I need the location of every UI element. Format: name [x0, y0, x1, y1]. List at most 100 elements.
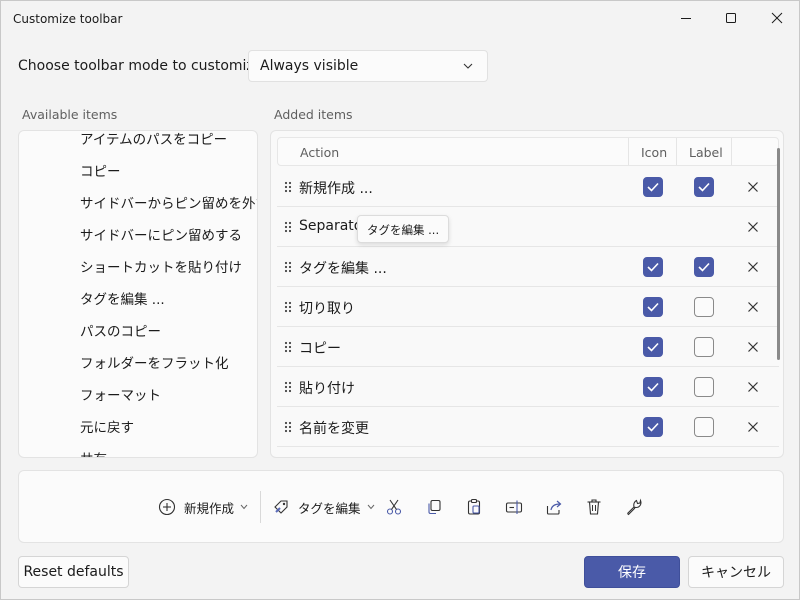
remove-item-icon[interactable] — [747, 381, 759, 393]
save-button[interactable]: 保存 — [584, 556, 680, 588]
checkmark-icon — [698, 182, 710, 192]
customize-toolbar-dialog: Customize toolbar Choose toolbar mode to… — [0, 0, 800, 600]
checkmark-icon — [647, 302, 659, 312]
checkmark-icon — [698, 262, 710, 272]
added-items-label: Added items — [274, 107, 353, 122]
preview-edit-tags-button[interactable]: タグを編集 — [272, 495, 375, 519]
column-header-label: Label — [689, 145, 723, 160]
show-icon-checkbox[interactable] — [643, 297, 663, 317]
table-row[interactable]: 貼り付け — [277, 367, 779, 407]
drag-handle-icon[interactable] — [284, 421, 292, 433]
show-label-checkbox[interactable] — [694, 337, 714, 357]
available-items-list[interactable]: アイテムのパスをコピー コピー サイドバーからピン留めを外す サイドバーにピン留… — [18, 130, 258, 458]
toolbar-preview: 新規作成 タグを編集 — [18, 470, 784, 543]
checkmark-icon — [647, 182, 659, 192]
show-label-checkbox[interactable] — [694, 257, 714, 277]
preview-share-button[interactable] — [545, 495, 563, 519]
show-label-checkbox[interactable] — [694, 297, 714, 317]
row-action-name: 新規作成 ... — [299, 181, 373, 197]
available-item[interactable]: ショートカットを貼り付け — [80, 256, 242, 276]
maximize-icon — [726, 13, 736, 23]
close-icon — [771, 12, 783, 24]
preview-cut-button[interactable] — [385, 495, 403, 519]
chevron-down-icon — [367, 504, 374, 510]
available-item[interactable]: フォーマット — [80, 384, 161, 404]
remove-item-icon[interactable] — [747, 341, 759, 353]
preview-rename-button[interactable] — [505, 495, 523, 519]
show-icon-checkbox[interactable] — [643, 417, 663, 437]
available-item[interactable]: アイテムのパスをコピー — [80, 131, 227, 148]
drag-preview-tooltip: タグを編集 ... — [357, 215, 450, 243]
row-action-name: タグを編集 ... — [299, 261, 387, 277]
remove-item-icon[interactable] — [747, 421, 759, 433]
reset-defaults-button[interactable]: Reset defaults — [18, 556, 129, 588]
row-action-name: コピー — [299, 341, 341, 357]
available-item[interactable]: 共有 — [80, 448, 107, 457]
row-action-name: 切り取り — [299, 301, 355, 317]
available-item[interactable]: パスのコピー — [80, 320, 161, 340]
show-icon-checkbox[interactable] — [643, 337, 663, 357]
minimize-button[interactable] — [663, 1, 709, 35]
checkmark-icon — [647, 422, 659, 432]
table-row[interactable]: Separator — [277, 207, 779, 247]
remove-item-icon[interactable] — [747, 301, 759, 313]
available-item[interactable]: タグを編集 ... — [80, 288, 165, 308]
drag-handle-icon[interactable] — [284, 261, 292, 273]
wrench-icon — [627, 498, 642, 516]
show-icon-checkbox[interactable] — [643, 257, 663, 277]
checkmark-icon — [647, 342, 659, 352]
toolbar-mode-dropdown[interactable]: Always visible — [248, 50, 488, 82]
drag-handle-icon[interactable] — [284, 381, 292, 393]
show-label-checkbox[interactable] — [694, 377, 714, 397]
column-divider — [731, 138, 732, 165]
share-icon — [546, 500, 562, 515]
available-items-label: Available items — [22, 107, 118, 122]
table-scrollbar[interactable] — [777, 148, 780, 360]
show-icon-checkbox[interactable] — [643, 177, 663, 197]
checkmark-icon — [647, 382, 659, 392]
table-row[interactable]: 新規作成 ... — [277, 167, 779, 207]
drag-handle-icon[interactable] — [284, 181, 292, 193]
chevron-down-icon — [463, 63, 473, 69]
preview-new-button[interactable]: 新規作成 — [158, 495, 248, 519]
preview-delete-button[interactable] — [585, 495, 603, 519]
remove-item-icon[interactable] — [747, 221, 759, 233]
add-circle-icon — [158, 498, 176, 516]
rename-icon — [505, 500, 523, 514]
toolbar-mode-label: Choose toolbar mode to customize — [18, 58, 263, 74]
available-item[interactable]: コピー — [80, 160, 121, 180]
drag-handle-icon[interactable] — [284, 301, 292, 313]
preview-edit-tags-label: タグを編集 — [298, 500, 361, 516]
remove-item-icon[interactable] — [747, 261, 759, 273]
table-row[interactable]: コピー — [277, 327, 779, 367]
preview-paste-button[interactable] — [465, 495, 483, 519]
title-bar: Customize toolbar — [1, 1, 800, 37]
chevron-down-icon — [240, 504, 248, 510]
table-row[interactable]: 切り取り — [277, 287, 779, 327]
available-item[interactable]: サイドバーにピン留めする — [80, 224, 242, 244]
drag-handle-icon[interactable] — [284, 221, 292, 233]
remove-item-icon[interactable] — [747, 181, 759, 193]
table-row[interactable]: 名前を変更 — [277, 407, 779, 447]
available-item[interactable]: 元に戻す — [80, 416, 134, 436]
available-item[interactable]: フォルダーをフラット化 — [80, 352, 229, 372]
show-icon-checkbox[interactable] — [643, 377, 663, 397]
available-item[interactable]: サイドバーからピン留めを外す — [80, 192, 257, 212]
drag-handle-icon[interactable] — [284, 341, 292, 353]
preview-copy-button[interactable] — [425, 495, 443, 519]
copy-icon — [428, 499, 441, 515]
table-row[interactable]: タグを編集 ... — [277, 247, 779, 287]
show-label-checkbox[interactable] — [694, 177, 714, 197]
table-header: Action Icon Label — [277, 137, 779, 166]
close-window-button[interactable] — [754, 1, 800, 35]
cut-icon — [386, 499, 402, 515]
added-items-table: Action Icon Label 新規作成 ... Separator タグを… — [270, 130, 784, 458]
tag-edit-icon — [274, 500, 288, 514]
paste-icon — [467, 498, 481, 515]
column-divider — [628, 138, 629, 165]
preview-properties-button[interactable] — [625, 495, 643, 519]
cancel-button[interactable]: キャンセル — [688, 556, 784, 588]
column-divider — [676, 138, 677, 165]
maximize-button[interactable] — [708, 1, 754, 35]
show-label-checkbox[interactable] — [694, 417, 714, 437]
